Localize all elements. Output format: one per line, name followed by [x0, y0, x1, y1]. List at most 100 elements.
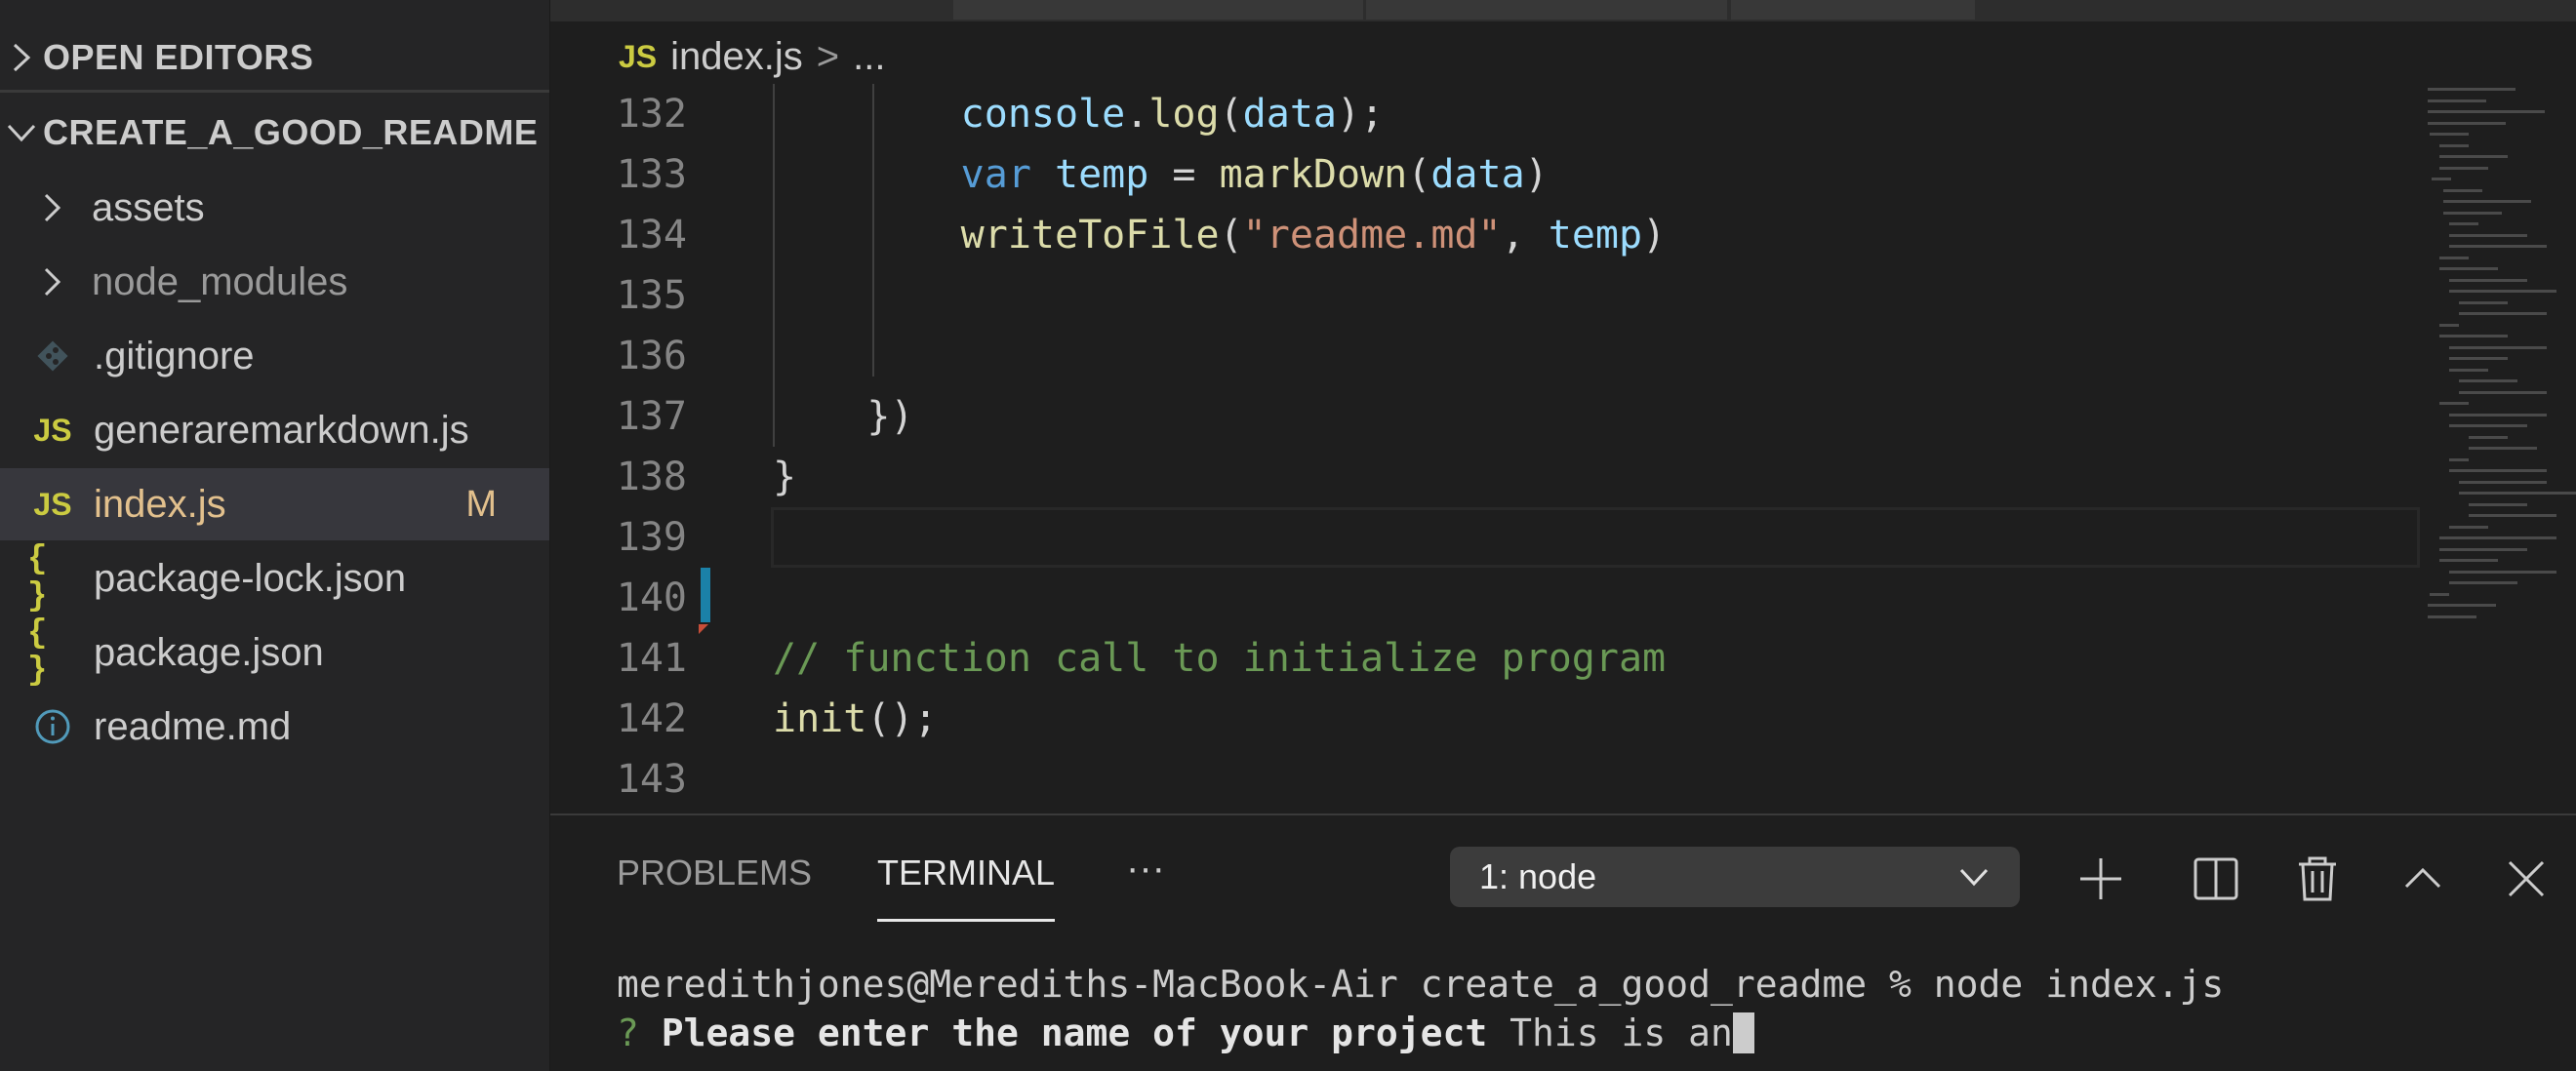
code-token: ,	[1501, 213, 1549, 258]
minimap-line	[2469, 435, 2508, 439]
code-text: }	[773, 455, 796, 499]
open-editors-label: OPEN EDITORS	[43, 37, 314, 77]
code-line[interactable]: 139	[550, 507, 2420, 568]
minimap-line	[2449, 581, 2517, 584]
line-number: 136	[616, 334, 687, 378]
minimap-line	[2449, 457, 2469, 461]
minimap-line	[2428, 88, 2516, 91]
breadcrumb-separator: >	[816, 34, 840, 78]
file-tree-item[interactable]: node_modules	[0, 246, 549, 318]
open-editors-section[interactable]: OPEN EDITORS	[0, 25, 549, 93]
breadcrumb-more[interactable]: ...	[853, 35, 885, 79]
code-token: temp	[1548, 213, 1643, 258]
json-file-icon: { }	[27, 615, 48, 690]
maximize-panel-icon[interactable]	[2398, 854, 2447, 903]
minimap-line	[2459, 300, 2508, 304]
file-tree-item[interactable]: { } package.json	[0, 615, 549, 690]
code-token: )	[1524, 152, 1549, 197]
file-tree-item-label: package.json	[94, 630, 324, 674]
code-token: );	[1337, 92, 1385, 137]
code-line[interactable]: 137 })	[550, 386, 2420, 447]
new-terminal-icon[interactable]	[2076, 854, 2125, 903]
gutter-deletion-marker[interactable]	[699, 624, 708, 634]
code-line[interactable]: 143	[550, 749, 2420, 810]
minimap-line	[2449, 570, 2556, 574]
file-tree-item-label: package-lock.json	[94, 556, 407, 600]
code-line[interactable]: 141 // function call to initialize progra…	[550, 628, 2420, 689]
code-token: (	[1219, 213, 1243, 258]
minimap-line	[2449, 245, 2547, 248]
terminal-output[interactable]: meredithjones@Merediths-MacBook-Air crea…	[617, 960, 2224, 1057]
file-tree-item[interactable]: assets	[0, 172, 549, 244]
minimap-line	[2439, 547, 2527, 551]
code-line[interactable]: 132 console.log(data);	[550, 84, 2420, 144]
editor-tab[interactable]	[1731, 0, 1975, 20]
code-text: })	[773, 394, 913, 439]
minimap-line	[2439, 536, 2556, 539]
code-line[interactable]: 140	[550, 568, 2420, 628]
close-panel-icon[interactable]	[2502, 854, 2551, 903]
minimap-line	[2449, 278, 2527, 282]
project-folder-section[interactable]: CREATE_A_GOOD_README	[0, 103, 549, 162]
minimap-line	[2428, 110, 2545, 113]
breadcrumb-file[interactable]: index.js	[670, 35, 803, 79]
minimap-line	[2469, 502, 2527, 506]
editor-tab[interactable]	[1366, 0, 1727, 20]
tab-problems[interactable]: PROBLEMS	[617, 853, 812, 893]
indent-guide	[872, 84, 874, 377]
more-actions-icon[interactable]: ···	[1126, 847, 1165, 891]
code-line[interactable]: 142 init();	[550, 689, 2420, 749]
minimap[interactable]	[2420, 84, 2576, 630]
minimap-line	[2459, 480, 2547, 484]
breadcrumb[interactable]: JS index.js > ...	[619, 27, 885, 86]
terminal-command-line: meredithjones@Merediths-MacBook-Air crea…	[617, 963, 2225, 1006]
file-tree-item[interactable]: readme.md	[0, 691, 549, 763]
split-terminal-icon[interactable]	[2192, 854, 2240, 903]
file-tree-item-label: generaremarkdown.js	[94, 408, 469, 452]
file-tree-item[interactable]: .gitignore	[0, 320, 549, 392]
code-token: // function call to initialize program	[773, 636, 1667, 681]
code-text: writeToFile("readme.md", temp)	[773, 213, 1667, 258]
terminal-cursor	[1732, 1012, 1754, 1053]
file-tree-item-label: assets	[92, 185, 205, 229]
gutter-change-marker[interactable]	[701, 568, 710, 622]
terminal-prompt-line: ? Please enter the name of your project …	[617, 1009, 2224, 1057]
code-token: var	[960, 152, 1031, 197]
minimap-line	[2449, 413, 2547, 416]
file-tree-item[interactable]: JS generaremarkdown.js	[0, 394, 549, 466]
minimap-line	[2449, 345, 2547, 349]
file-tree-item[interactable]: { } package-lock.json	[0, 541, 549, 615]
editor-tab[interactable]	[953, 0, 1363, 20]
code-editor[interactable]: JS index.js > ... 132 console.log(data);…	[550, 0, 2576, 813]
code-line[interactable]: 133 var temp = markDown(data)	[550, 144, 2420, 205]
code-token: "readme.md"	[1242, 213, 1502, 258]
minimap-line	[2439, 155, 2508, 158]
code-line[interactable]: 138}	[550, 447, 2420, 507]
chevron-right-icon	[0, 41, 43, 74]
terminal-select[interactable]: 1: node	[1450, 847, 2020, 907]
code-token: )	[1642, 213, 1667, 258]
code-line[interactable]: 136	[550, 326, 2420, 386]
tab-terminal[interactable]: TERMINAL	[877, 853, 1055, 893]
code-token: temp	[1055, 152, 1149, 197]
code-token: .	[1125, 92, 1149, 137]
minimap-line	[2449, 222, 2478, 225]
minimap-line	[2469, 447, 2537, 450]
minimap-line	[2443, 188, 2482, 192]
active-tab-indicator	[877, 919, 1055, 922]
line-number: 134	[616, 213, 687, 258]
minimap-line	[2430, 133, 2469, 136]
code-area[interactable]: 132 console.log(data); 133 var temp = mar…	[550, 84, 2420, 813]
code-line[interactable]: 135	[550, 265, 2420, 326]
minimap-line	[2432, 178, 2451, 180]
file-tree-item[interactable]: JS index.js M	[0, 468, 549, 540]
js-file-icon: JS	[619, 38, 658, 74]
code-line[interactable]: 134 writeToFile("readme.md", temp)	[550, 205, 2420, 265]
minimap-line	[2459, 492, 2576, 495]
minimap-line	[2449, 424, 2527, 427]
trash-icon[interactable]	[2293, 854, 2342, 903]
prompt-question: Please enter the name of your project	[661, 1012, 1488, 1054]
chevron-right-icon	[35, 266, 70, 298]
